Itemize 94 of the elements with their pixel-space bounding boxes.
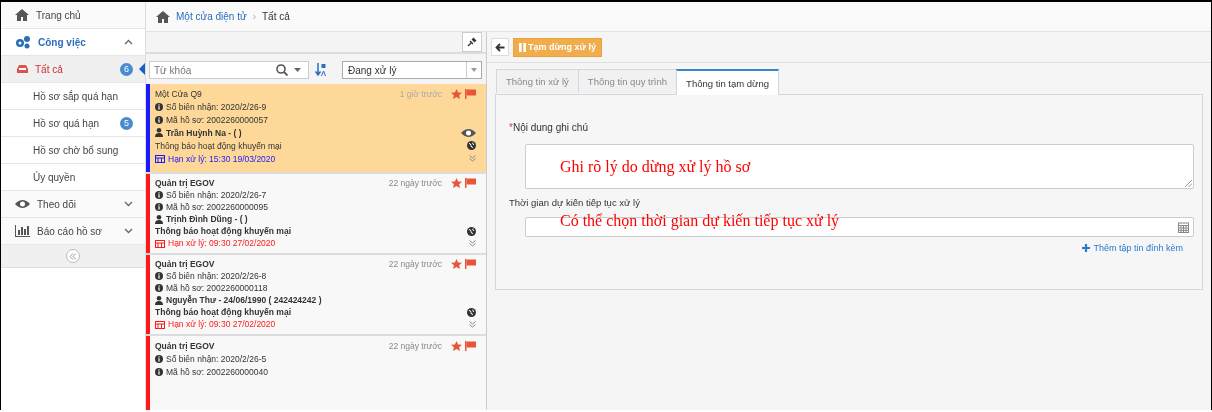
record-card[interactable]: Một Cửa Q9 1 giờ trước Số biên nhận: 2020/2/26-9 Mã hồ sơ: 2002260000057 Trần Huỳnh Na - ( ) Thông báo hoạt động khuyến mại Hạn xử lý: 15:30 19/03/2020 — [146, 84, 486, 174]
info-icon — [155, 272, 163, 280]
eye-icon — [15, 199, 30, 209]
sort-button[interactable] — [315, 63, 326, 77]
globe-icon — [467, 226, 476, 236]
home-icon — [15, 9, 29, 21]
pause-icon — [519, 42, 526, 52]
attach-file-link[interactable]: Thêm tập tin đính kèm — [1082, 243, 1183, 253]
calendar-icon — [1178, 221, 1189, 233]
double-chevron-down-icon — [469, 155, 476, 162]
info-icon — [155, 191, 163, 199]
double-chevron-down-icon — [469, 320, 476, 328]
record-subject: Thông báo hoạt động khuyến mại — [155, 140, 283, 151]
deadline-text: Hạn xử lý: 09:30 27/02/2020 — [168, 238, 277, 248]
flag-icon — [465, 178, 476, 188]
star-icon — [451, 88, 462, 99]
person-icon — [155, 295, 163, 305]
record-code: Mã hồ sơ: 2002260000095 — [166, 202, 269, 212]
caret-down-icon — [294, 68, 301, 72]
flag-icon — [465, 88, 476, 99]
search-field[interactable]: Từ khóa — [149, 61, 309, 79]
time-ago: 22 ngày trước — [388, 340, 442, 351]
deadline-text: Hạn xử lý: 15:30 19/03/2020 — [168, 153, 277, 164]
pin-icon — [467, 37, 477, 47]
record-card[interactable]: Quản trị EGOV 22 ngày trước Số biên nhận: 2020/2/26-8 Mã hồ sơ: 2002260000118 Nguyễn Thư - 24/06/1990 ( 242424242 ) Thông báo hoạt động khuyến mại Hạn xử lý: 09:30 27/02/2020 — [146, 255, 486, 336]
calendar-icon — [155, 319, 165, 329]
gears-icon — [15, 35, 31, 49]
count-badge: 5 — [120, 116, 133, 130]
applicant-name: Nguyễn Thư - 24/06/1990 ( 242424242 ) — [166, 295, 323, 305]
flag-icon — [465, 340, 476, 351]
record-subject: Thông báo hoạt động khuyến mại — [155, 226, 292, 236]
sender-name: Quản trị EGOV — [155, 178, 216, 188]
annotation-text: Ghi rõ lý do dừng xử lý hồ sơ — [560, 158, 752, 176]
resume-time-label: Thời gian dự kiến tiếp tục xử lý — [509, 197, 641, 208]
star-icon — [451, 178, 462, 188]
back-button[interactable] — [491, 38, 509, 56]
arrow-left-icon — [495, 42, 505, 52]
time-ago: 22 ngày trước — [388, 178, 442, 188]
sidebar-item[interactable]: Báo cáo hồ sơ — [1, 218, 145, 245]
double-chevron-left-icon — [69, 252, 77, 260]
calendar-icon — [155, 238, 165, 248]
note-field[interactable]: Ghi rõ lý do dừng xử lý hồ sơ — [525, 144, 1194, 189]
info-icon — [155, 102, 163, 111]
applicant-name: Trịnh Đình Dũng - ( ) — [166, 214, 249, 224]
info-icon — [155, 284, 163, 292]
double-chevron-down-icon — [469, 239, 476, 247]
note-label: *Nội dung ghi chú — [509, 122, 589, 133]
plus-icon — [1082, 244, 1091, 252]
star-icon — [451, 259, 462, 269]
calendar-icon — [155, 154, 165, 163]
sender-name: Quản trị EGOV — [155, 340, 216, 351]
pin-button[interactable] — [462, 32, 482, 52]
person-icon — [155, 214, 163, 224]
receipt-number: Số biên nhận: 2020/2/26-5 — [166, 353, 268, 364]
person-icon — [155, 128, 163, 137]
breadcrumb-link[interactable]: Một cửa điện tử — [176, 11, 247, 22]
record-code: Mã hồ sơ: 2002260000040 — [166, 366, 269, 377]
sender-name: Một Cửa Q9 — [155, 88, 203, 99]
search-icon — [276, 64, 288, 76]
sidebar-item[interactable]: Trang chủ — [1, 2, 145, 29]
globe-icon — [467, 141, 476, 150]
star-icon — [451, 340, 462, 351]
info-icon — [155, 354, 163, 363]
record-subject: Thông báo hoạt động khuyến mại — [155, 307, 292, 317]
receipt-number: Số biên nhận: 2020/2/26-8 — [166, 271, 268, 281]
record-code: Mã hồ sơ: 2002260000118 — [166, 283, 269, 293]
caret-down-icon — [471, 68, 477, 72]
sort-icon — [315, 63, 326, 77]
info-icon — [155, 115, 163, 124]
count-badge: 6 — [120, 62, 133, 76]
record-card[interactable]: Quản trị EGOV 22 ngày trước Số biên nhận: 2020/2/26-7 Mã hồ sơ: 2002260000095 Trịnh Đình Dũng - ( ) Thông báo hoạt động khuyến mại Hạn xử lý: 09:30 27/02/2020 — [146, 174, 486, 255]
time-ago: 1 giờ trước — [399, 88, 442, 99]
resize-grip-icon — [1185, 180, 1192, 187]
tab[interactable]: Thông tin tạm dừng — [676, 69, 779, 95]
bar-chart-icon — [15, 225, 30, 237]
applicant-name: Trần Huỳnh Na - ( ) — [166, 127, 243, 138]
menu-item[interactable]: Tất cả 6 — [1, 56, 145, 83]
globe-icon — [467, 307, 476, 317]
status-dropdown[interactable]: Đang xử lý — [342, 61, 482, 79]
record-card[interactable]: Quản trị EGOV 22 ngày trước Số biên nhận: 2020/2/26-5 Mã hồ sơ: 2002260000040 — [146, 336, 486, 410]
sender-name: Quản trị EGOV — [155, 259, 216, 269]
info-icon — [155, 203, 163, 211]
home-icon — [156, 10, 170, 23]
sidebar-item[interactable]: Theo dõi — [1, 191, 145, 218]
record-code: Mã hồ sơ: 2002260000057 — [166, 114, 269, 125]
flag-icon — [465, 259, 476, 269]
inbox-icon — [17, 65, 28, 73]
receipt-number: Số biên nhận: 2020/2/26-9 — [166, 101, 268, 112]
breadcrumb-current: Tất cả — [262, 11, 290, 22]
receipt-number: Số biên nhận: 2020/2/26-7 — [166, 190, 268, 200]
deadline-text: Hạn xử lý: 09:30 27/02/2020 — [168, 319, 277, 329]
time-ago: 22 ngày trước — [388, 259, 442, 269]
breadcrumb-separator: › — [252, 11, 256, 22]
info-icon — [155, 367, 163, 376]
